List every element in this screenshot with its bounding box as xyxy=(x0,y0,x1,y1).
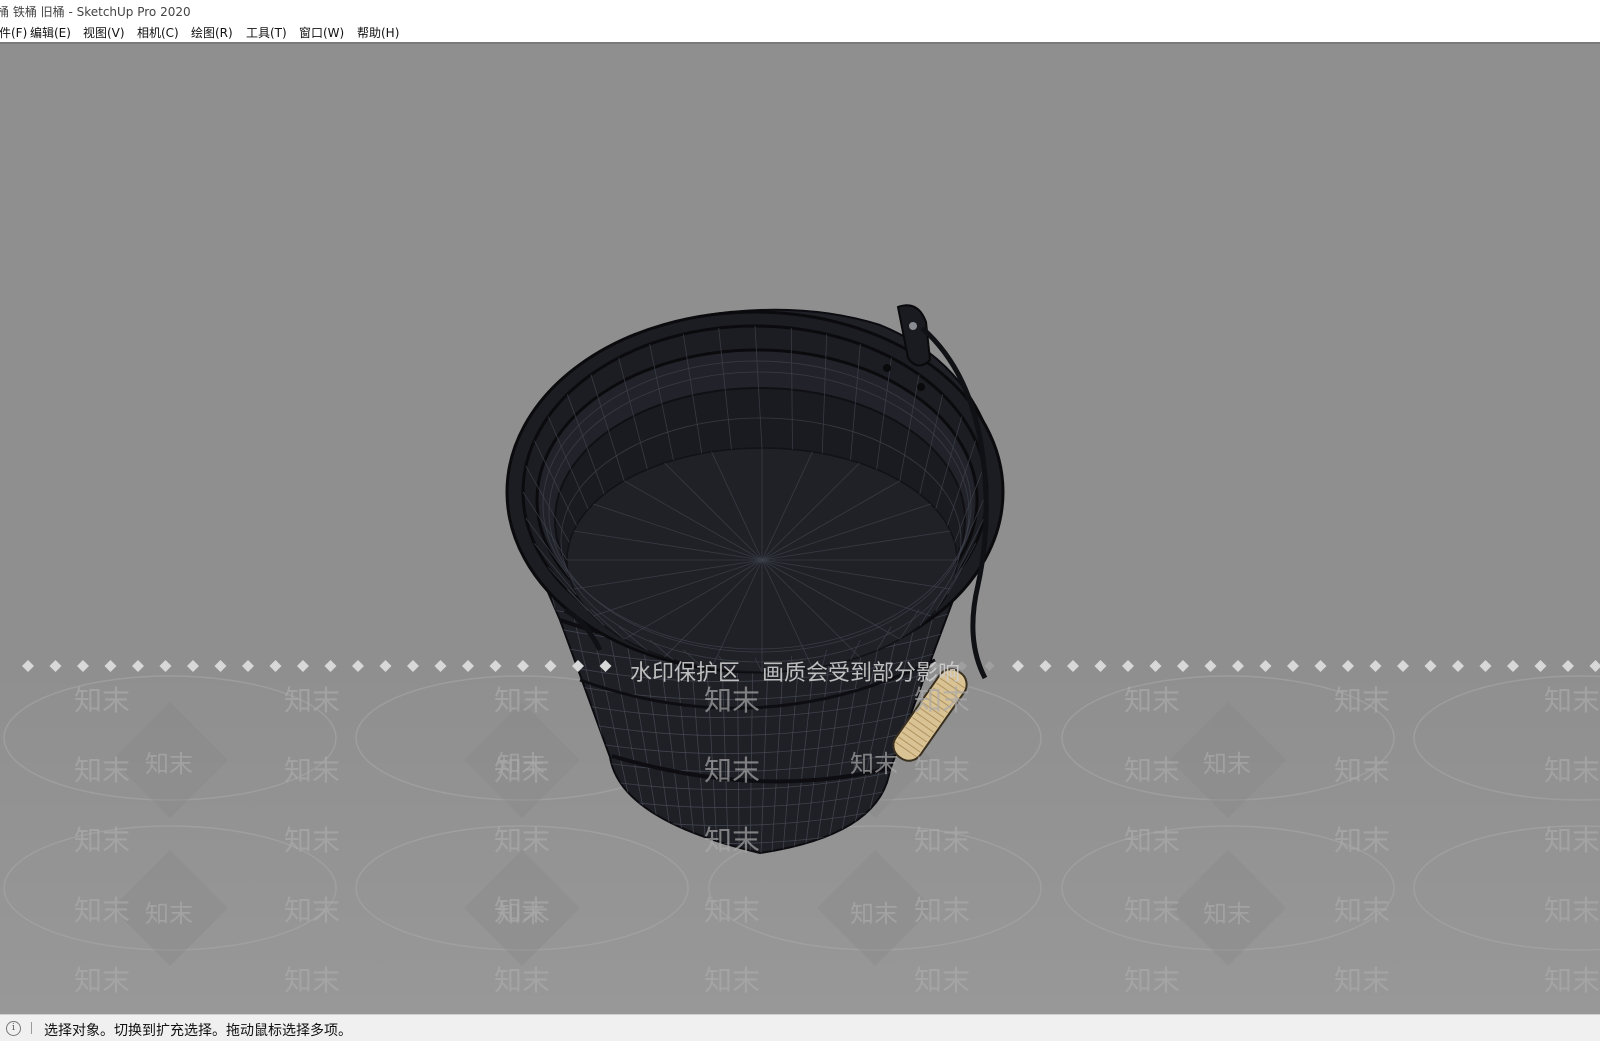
watermark-brand-text: 知末 xyxy=(850,900,898,928)
watermark-brand-text: 知末 xyxy=(914,684,970,717)
watermark-brand-text: 知末 xyxy=(1124,894,1180,927)
watermark-brand-text: 知末 xyxy=(497,750,545,778)
watermark-brand-text: 知末 xyxy=(1544,754,1600,787)
watermark-brand-text: 知末 xyxy=(704,824,760,857)
status-separator xyxy=(31,1022,32,1034)
watermark-brand-text: 知末 xyxy=(914,964,970,997)
watermark-brand-text: 知末 xyxy=(74,894,130,927)
watermark-brand-text: 知末 xyxy=(497,900,545,928)
watermark-brand-text: 知末 xyxy=(704,964,760,997)
status-bar: i 选择对象。切换到扩充选择。拖动鼠标选择多项。 xyxy=(0,1014,1600,1041)
menu-tools[interactable]: 工具(T) xyxy=(246,24,287,41)
watermark-brand-text: 知末 xyxy=(850,750,898,778)
watermark-brand-text: 知末 xyxy=(494,684,550,717)
watermark-brand-text: 知末 xyxy=(494,824,550,857)
watermark-brand-text: 知末 xyxy=(1124,684,1180,717)
info-icon[interactable]: i xyxy=(6,1021,21,1036)
watermark-notice: 水印保护区 画质会受到部分影响 xyxy=(630,661,960,686)
watermark-brand-text: 知末 xyxy=(284,964,340,997)
watermark-brand-text: 知末 xyxy=(1124,824,1180,857)
watermark-brand-text: 知末 xyxy=(704,894,760,927)
menu-file[interactable]: 文件(F) xyxy=(0,24,27,41)
watermark-brand-text: 知末 xyxy=(74,824,130,857)
watermark-brand-text: 知末 xyxy=(914,824,970,857)
menu-draw[interactable]: 绘图(R) xyxy=(191,24,233,41)
watermark-brand-text: 知末 xyxy=(74,754,130,787)
watermark-brand-text: 知末 xyxy=(284,754,340,787)
title-bar: 桶 铁桶 旧桶 - SketchUp Pro 2020 xyxy=(0,0,1600,22)
watermark-brand-text: 知末 xyxy=(74,684,130,717)
watermark-brand-text: 知末 xyxy=(914,754,970,787)
watermark-brand-text: 知末 xyxy=(1203,900,1251,928)
watermark-brand-text: 知末 xyxy=(284,894,340,927)
watermark-brand-text: 知末 xyxy=(1124,964,1180,997)
watermark-brand-text: 知末 xyxy=(1334,894,1390,927)
watermark-brand-text: 知末 xyxy=(1203,750,1251,778)
menu-camera[interactable]: 相机(C) xyxy=(137,24,179,41)
watermark-brand-text: 知末 xyxy=(1124,754,1180,787)
watermark-brand-text: 知末 xyxy=(1544,684,1600,717)
menu-bar: 文件(F) 编辑(E) 视图(V) 相机(C) 绘图(R) 工具(T) 窗口(W… xyxy=(0,22,1600,42)
watermark-brand-text: 知末 xyxy=(1544,894,1600,927)
watermark-brand-text: 知末 xyxy=(145,750,193,778)
menu-edit[interactable]: 编辑(E) xyxy=(30,24,71,41)
model-viewport[interactable]: 水印保护区 画质会受到部分影响 知末 知末 知末 知末 知末 知末 知末 知末 知末 知末 知末 知末… xyxy=(0,44,1600,1014)
watermark-brand-text: 知末 xyxy=(494,964,550,997)
watermark-brand-text: 知末 xyxy=(1334,964,1390,997)
window-title: 桶 铁桶 旧桶 - SketchUp Pro 2020 xyxy=(0,5,191,19)
watermark-brand-text: 知末 xyxy=(1334,684,1390,717)
menu-help[interactable]: 帮助(H) xyxy=(357,24,399,41)
watermark-brand-text: 知末 xyxy=(1544,824,1600,857)
viewport-canvas: 水印保护区 画质会受到部分影响 知末 知末 知末 知末 知末 知末 知末 知末知末 知末 知末 知末… xyxy=(0,304,1600,1014)
watermark-brand-text: 知末 xyxy=(1334,824,1390,857)
watermark-brand-text: 知末 xyxy=(704,754,760,787)
menu-view[interactable]: 视图(V) xyxy=(83,24,125,41)
watermark-brand-text: 知末 xyxy=(914,894,970,927)
watermark-brand-text: 知末 xyxy=(1334,754,1390,787)
watermark-brand-text: 知末 xyxy=(74,964,130,997)
menu-window[interactable]: 窗口(W) xyxy=(299,24,344,41)
watermark-brand-text: 知末 xyxy=(284,824,340,857)
watermark-brand-text: 知末 xyxy=(284,684,340,717)
watermark-brand-text: 知末 xyxy=(145,900,193,928)
watermark-brand-text: 知末 xyxy=(1544,964,1600,997)
watermark-brand-text: 知末 xyxy=(704,684,760,717)
status-text: 选择对象。切换到扩充选择。拖动鼠标选择多项。 xyxy=(44,1023,352,1039)
